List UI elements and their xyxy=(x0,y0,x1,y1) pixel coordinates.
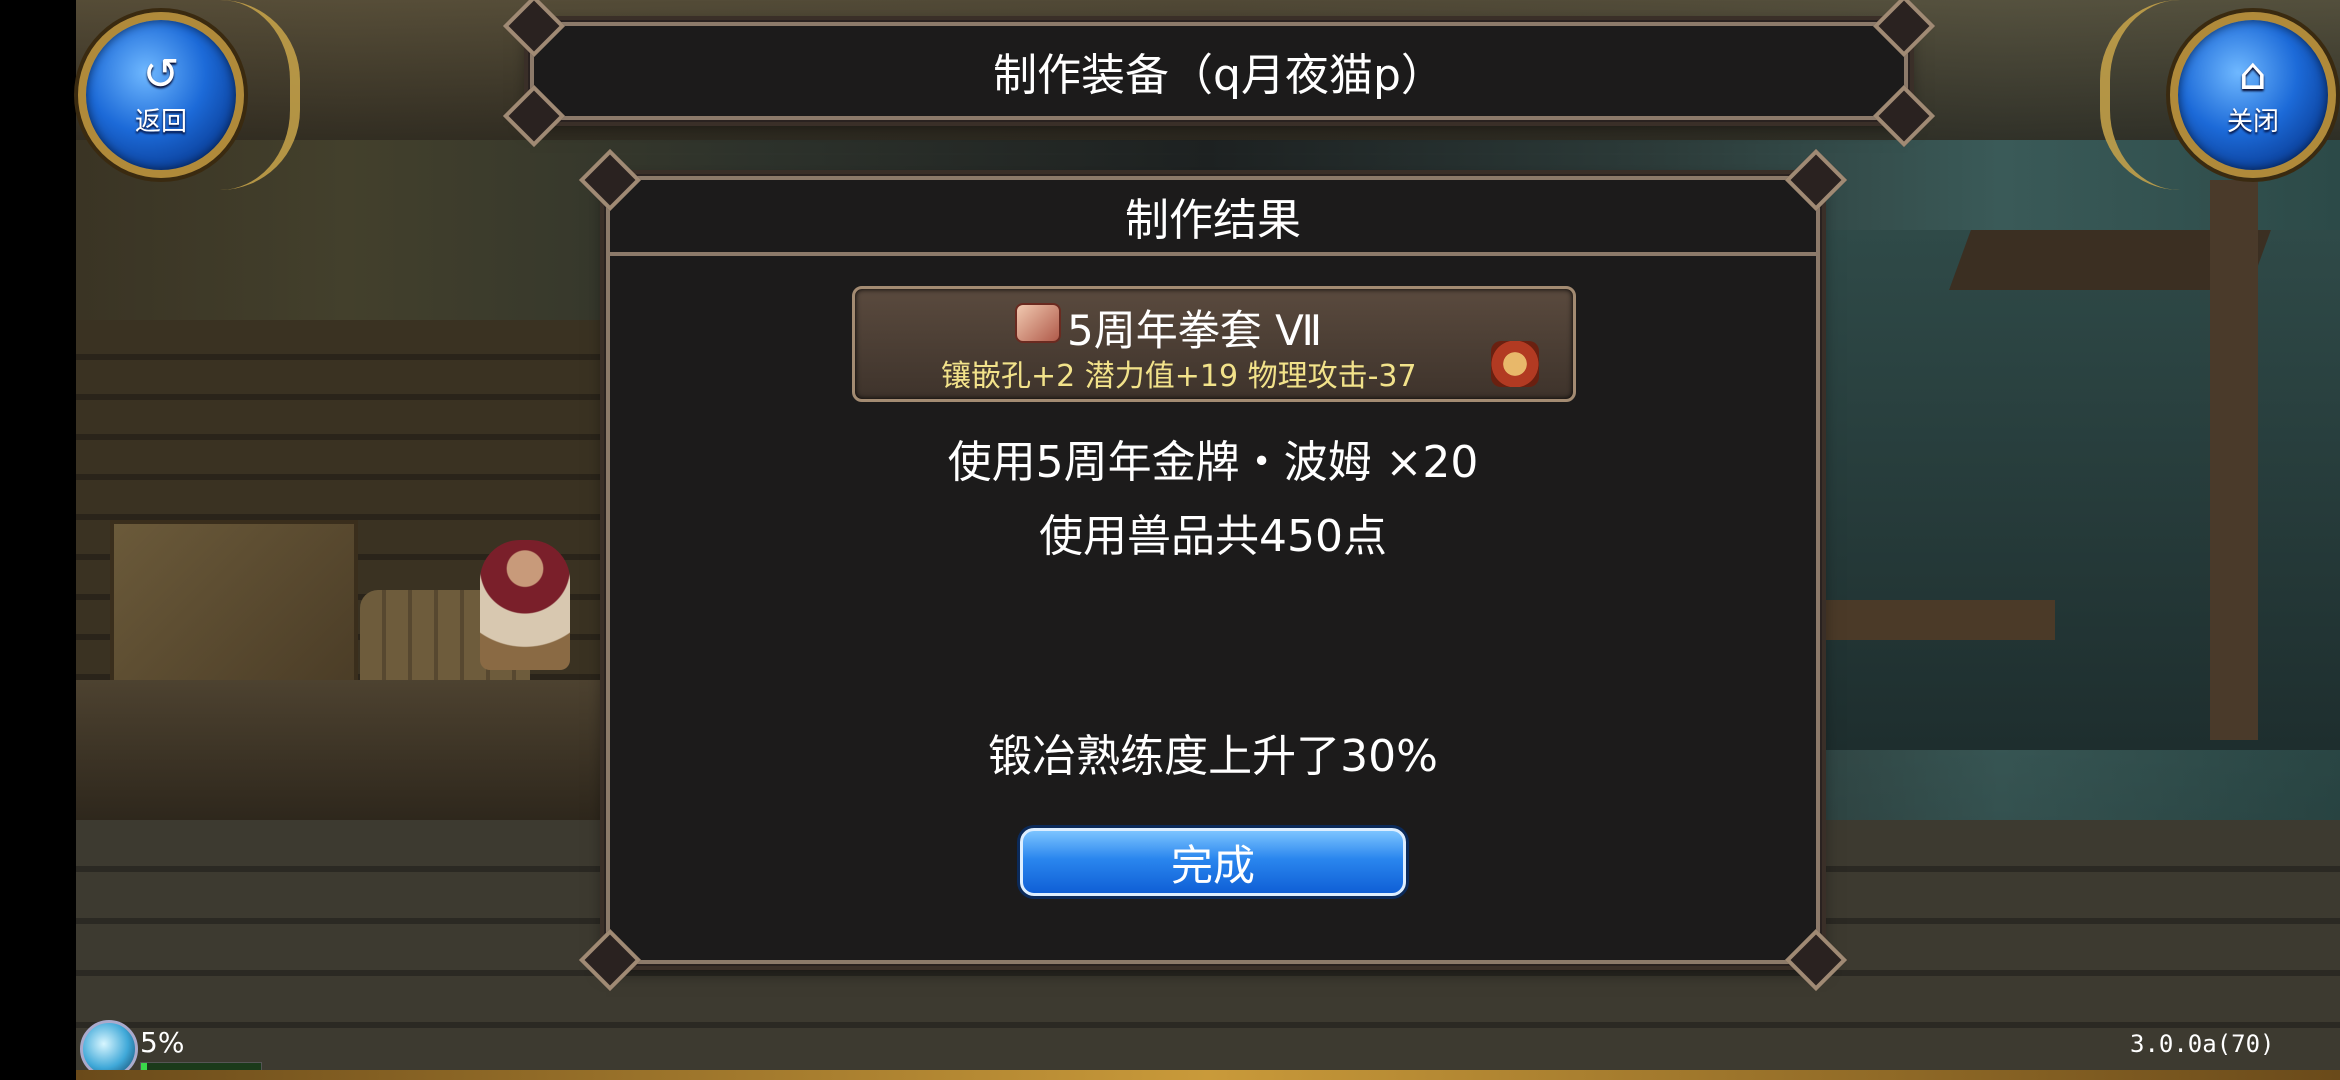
version-label: 3.0.0a(70) xyxy=(2130,1030,2275,1058)
points-used-text: 使用兽品共450点 xyxy=(1039,511,1387,562)
treasure-chest-icon xyxy=(1491,341,1539,387)
progress-percent: 5% xyxy=(140,1026,185,1059)
wooden-bench xyxy=(1815,600,2055,640)
close-button-label: 关闭 xyxy=(2226,106,2279,137)
crafted-item-card[interactable]: 5周年拳套 Ⅶ 镶嵌孔+2 潜力值+19 物理攻击-37 xyxy=(852,286,1576,402)
dialog-header: 制作结果 xyxy=(610,180,1816,256)
item-stats: 镶嵌孔+2 潜力值+19 物理攻击-37 xyxy=(941,359,1417,394)
done-button-label: 完成 xyxy=(1170,840,1255,890)
title-bar: 制作装备（q月夜猫p） xyxy=(502,0,1936,148)
wooden-crate xyxy=(110,520,358,698)
home-icon: ⌂ xyxy=(2239,48,2267,100)
done-button[interactable]: 完成 xyxy=(1020,828,1406,896)
return-arrow-icon: ↺ xyxy=(142,48,180,100)
item-name: 5周年拳套 Ⅶ xyxy=(1067,306,1323,355)
back-button[interactable]: ↺ 返回 xyxy=(78,12,244,178)
craft-result-dialog: 制作结果 5周年拳套 Ⅶ 镶嵌孔+2 潜力值+19 物理攻击-37 使用5周年金… xyxy=(578,148,1848,992)
background-structure xyxy=(1820,230,2340,750)
back-button-label: 返回 xyxy=(134,106,187,137)
proficiency-text: 锻冶熟练度上升了30% xyxy=(988,731,1438,782)
dialog-title: 制作结果 xyxy=(1125,195,1301,246)
material-used-text: 使用5周年金牌・波姆 ×20 xyxy=(947,437,1479,488)
shop-counter xyxy=(76,680,636,820)
page-title: 制作装备（q月夜猫p） xyxy=(993,50,1445,101)
wooden-post xyxy=(2210,180,2258,740)
npc-character[interactable] xyxy=(480,540,570,670)
scroll-icon xyxy=(1015,303,1061,343)
close-button[interactable]: ⌂ 关闭 xyxy=(2170,12,2336,178)
bottom-gold-strip xyxy=(76,1070,2340,1080)
